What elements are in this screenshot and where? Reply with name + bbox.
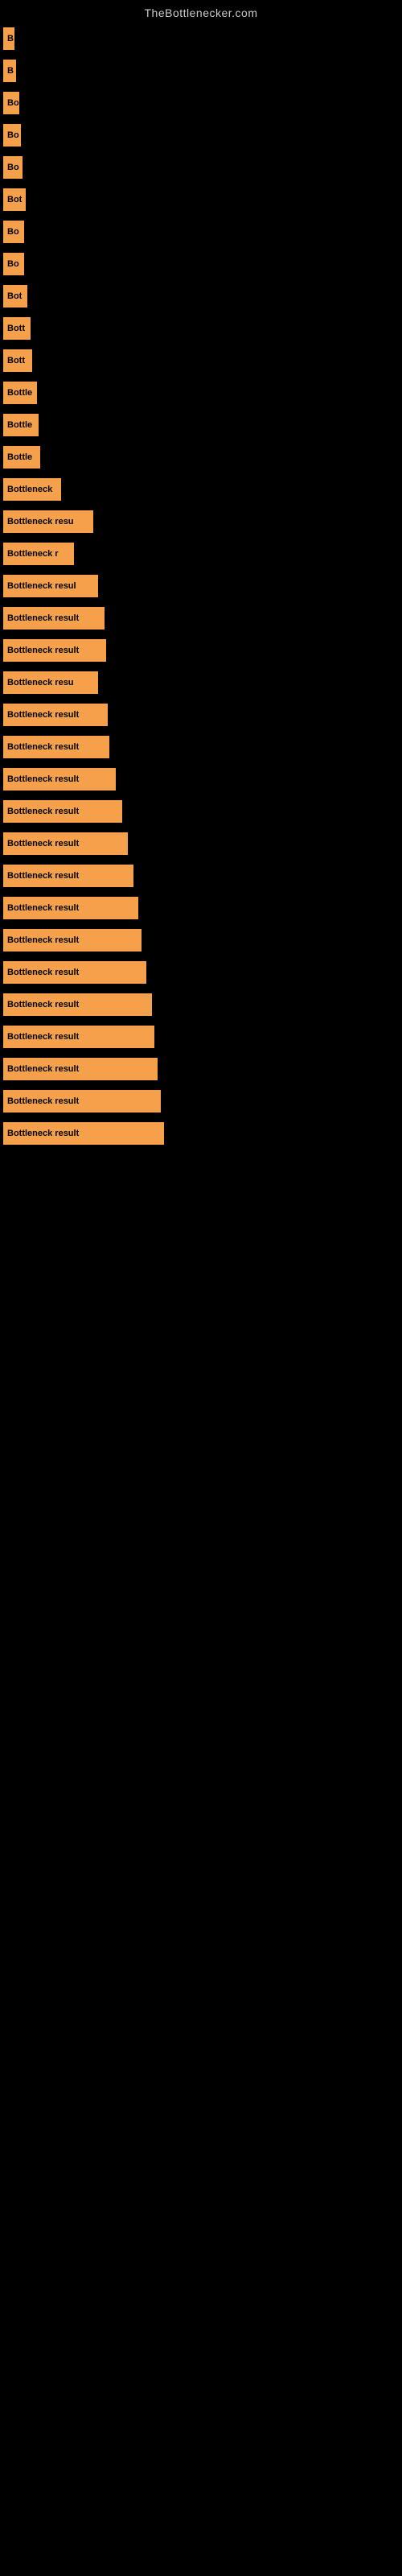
bar-row: Bottleneck result (0, 602, 402, 634)
bar-label: B (3, 60, 16, 82)
bar-row: Bottleneck r (0, 538, 402, 570)
bar-row: Bo (0, 87, 402, 119)
bar-label: Bott (3, 317, 31, 340)
bar-row: B (0, 23, 402, 55)
bar-label: Bo (3, 253, 24, 275)
bar-row: Bott (0, 312, 402, 345)
bar-row: Bottleneck result (0, 956, 402, 989)
bar-label: Bottleneck result (3, 961, 146, 984)
bar-row: Bottleneck result (0, 795, 402, 828)
bar-label: Bottleneck result (3, 832, 128, 855)
bar-row: Bottleneck resu (0, 506, 402, 538)
bar-row: Bo (0, 151, 402, 184)
bar-label: Bottleneck result (3, 736, 109, 758)
bar-row: Bottleneck result (0, 1053, 402, 1085)
bar-label: Bottleneck resu (3, 671, 98, 694)
bar-row: Bottle (0, 441, 402, 473)
bar-row: Bottleneck resul (0, 570, 402, 602)
bar-label: Bo (3, 221, 24, 243)
bar-label: Bottle (3, 446, 40, 469)
bar-label: Bot (3, 188, 26, 211)
bar-row: Bottle (0, 377, 402, 409)
bar-row: Bottleneck (0, 473, 402, 506)
bar-row: Bottleneck result (0, 699, 402, 731)
bar-label: Bottleneck result (3, 865, 133, 887)
bar-row: Bot (0, 280, 402, 312)
bar-row: Bottleneck result (0, 634, 402, 667)
bar-label: Bottleneck resu (3, 510, 93, 533)
bar-row: Bottleneck resu (0, 667, 402, 699)
bar-row: Bottleneck result (0, 860, 402, 892)
bar-label: Bottleneck result (3, 639, 106, 662)
bar-label: Bottleneck resul (3, 575, 98, 597)
bar-label: Bot (3, 285, 27, 308)
bar-label: Bo (3, 92, 19, 114)
bar-label: Bottleneck r (3, 543, 74, 565)
bar-label: Bottleneck result (3, 1058, 158, 1080)
bar-label: Bottleneck (3, 478, 61, 501)
bar-row: Bottleneck result (0, 828, 402, 860)
bar-row: Bottleneck result (0, 924, 402, 956)
bar-row: Bottleneck result (0, 731, 402, 763)
bar-label: Bottle (3, 414, 39, 436)
bar-label: Bottleneck result (3, 1026, 154, 1048)
bar-row: Bo (0, 248, 402, 280)
bar-label: Bottle (3, 382, 37, 404)
bar-label: Bottleneck result (3, 1122, 164, 1145)
bar-row: Bottleneck result (0, 1021, 402, 1053)
bar-label: Bott (3, 349, 32, 372)
bars-container: BB Bo Bo Bo Bot Bo Bo Bot Bott Bott Bottle Bottle Bo… (0, 23, 402, 1150)
bar-row: Bottleneck result (0, 1117, 402, 1150)
bar-row: Bott (0, 345, 402, 377)
bar-label: Bottleneck result (3, 929, 142, 952)
bar-label: Bo (3, 124, 21, 147)
bar-label: B (3, 27, 14, 50)
bar-row: Bottleneck result (0, 989, 402, 1021)
bar-label: Bottleneck result (3, 897, 138, 919)
bar-label: Bottleneck result (3, 704, 108, 726)
bar-row: B (0, 55, 402, 87)
bar-label: Bo (3, 156, 23, 179)
bar-row: Bottleneck result (0, 763, 402, 795)
bar-row: Bottle (0, 409, 402, 441)
bar-row: Bot (0, 184, 402, 216)
bar-label: Bottleneck result (3, 607, 105, 630)
bar-row: Bo (0, 216, 402, 248)
site-title: TheBottlenecker.com (0, 0, 402, 23)
bar-row: Bottleneck result (0, 892, 402, 924)
bar-label: Bottleneck result (3, 993, 152, 1016)
bar-label: Bottleneck result (3, 1090, 161, 1113)
bar-label: Bottleneck result (3, 800, 122, 823)
bar-label: Bottleneck result (3, 768, 116, 791)
bar-row: Bottleneck result (0, 1085, 402, 1117)
bar-row: Bo (0, 119, 402, 151)
